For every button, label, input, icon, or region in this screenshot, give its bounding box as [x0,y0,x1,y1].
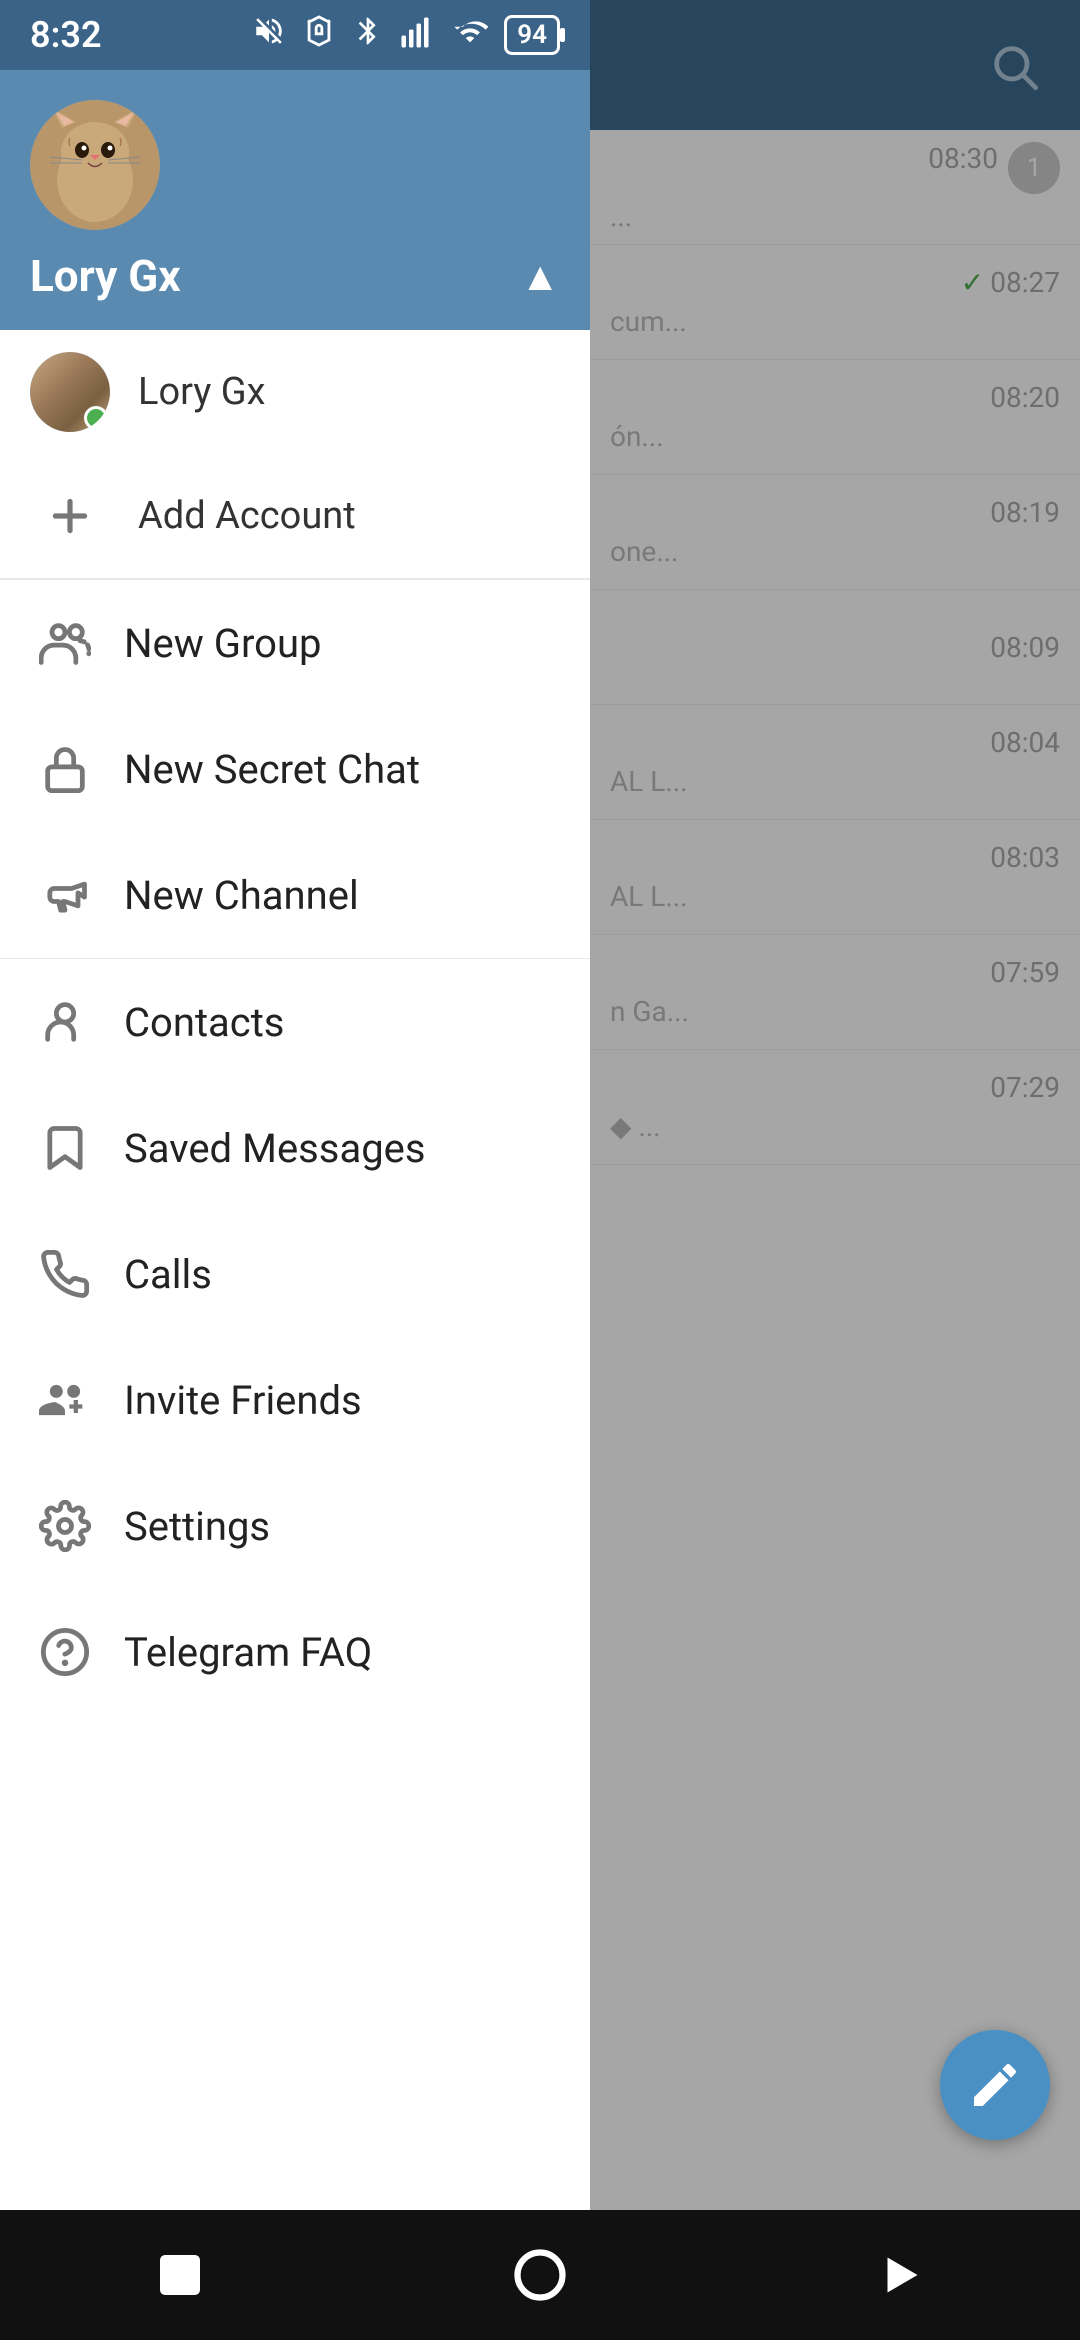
contacts-label: Contacts [124,999,284,1046]
menu-item-new-channel[interactable]: New Channel [0,832,590,958]
compose-fab[interactable] [940,2030,1050,2140]
calls-label: Calls [124,1251,212,1298]
menu-item-invite-friends[interactable]: Invite Friends [0,1337,590,1463]
menu-item-contacts[interactable]: Contacts [0,959,590,1085]
battery-indicator: 94 [504,15,560,55]
megaphone-icon [30,860,100,930]
add-account-item[interactable]: Add Account [0,454,590,579]
signal-icon [400,14,436,56]
home-button[interactable] [500,2235,580,2315]
chevron-up-icon[interactable]: ▲ [520,253,560,300]
person-icon [30,987,100,1057]
pencil-icon [967,2057,1023,2113]
settings-label: Settings [124,1503,270,1550]
menu-item-saved-messages[interactable]: Saved Messages [0,1085,590,1211]
wifi-icon [452,14,488,56]
avatar-image [30,100,160,230]
circle-icon [510,2245,570,2305]
invite-friends-label: Invite Friends [124,1377,362,1424]
account-avatar [30,352,110,432]
bookmark-icon [30,1113,100,1183]
triangle-icon [870,2245,930,2305]
menu-item-calls[interactable]: Calls [0,1211,590,1337]
group-icon [30,608,100,678]
sidebar-drawer: 8:32 [0,0,590,2340]
account-name: Lory Gx [138,370,266,414]
plus-icon [30,476,110,556]
new-group-label: New Group [124,620,321,667]
online-indicator [84,406,108,430]
menu-item-telegram-faq[interactable]: Telegram FAQ [0,1589,590,1715]
status-icons: 94 [252,14,560,56]
mute-icon [252,14,286,56]
overlay-dim [590,0,1080,2340]
alarm-icon [302,14,336,56]
menu-item-new-secret-chat[interactable]: New Secret Chat [0,706,590,832]
status-time: 8:32 [30,14,102,56]
recents-button[interactable] [860,2235,940,2315]
person-add-icon [30,1365,100,1435]
account-item-lorygx[interactable]: Lory Gx [0,330,590,454]
bottom-navigation [0,2210,1080,2340]
menu-section-1: New Group New Secret Chat New Channel [0,580,590,958]
help-icon [30,1617,100,1687]
gear-icon [30,1491,100,1561]
phone-icon [30,1239,100,1309]
lock-icon [30,734,100,804]
square-icon [150,2245,210,2305]
header-bottom: Lory Gx ▲ [30,250,560,302]
status-bar: 8:32 [0,0,590,70]
new-channel-label: New Channel [124,872,359,919]
sidebar-header: Lory Gx ▲ [0,70,590,330]
add-account-label: Add Account [138,494,356,538]
bluetooth-icon [352,15,384,55]
menu-item-new-group[interactable]: New Group [0,580,590,706]
profile-avatar[interactable] [30,100,160,230]
telegram-faq-label: Telegram FAQ [124,1629,372,1676]
accounts-section: Lory Gx Add Account [0,330,590,579]
menu-item-settings[interactable]: Settings [0,1463,590,1589]
saved-messages-label: Saved Messages [124,1125,426,1172]
menu-section-2: Contacts Saved Messages Calls [0,959,590,1715]
new-secret-chat-label: New Secret Chat [124,746,420,793]
sidebar-username: Lory Gx [30,250,181,302]
back-button[interactable] [140,2235,220,2315]
